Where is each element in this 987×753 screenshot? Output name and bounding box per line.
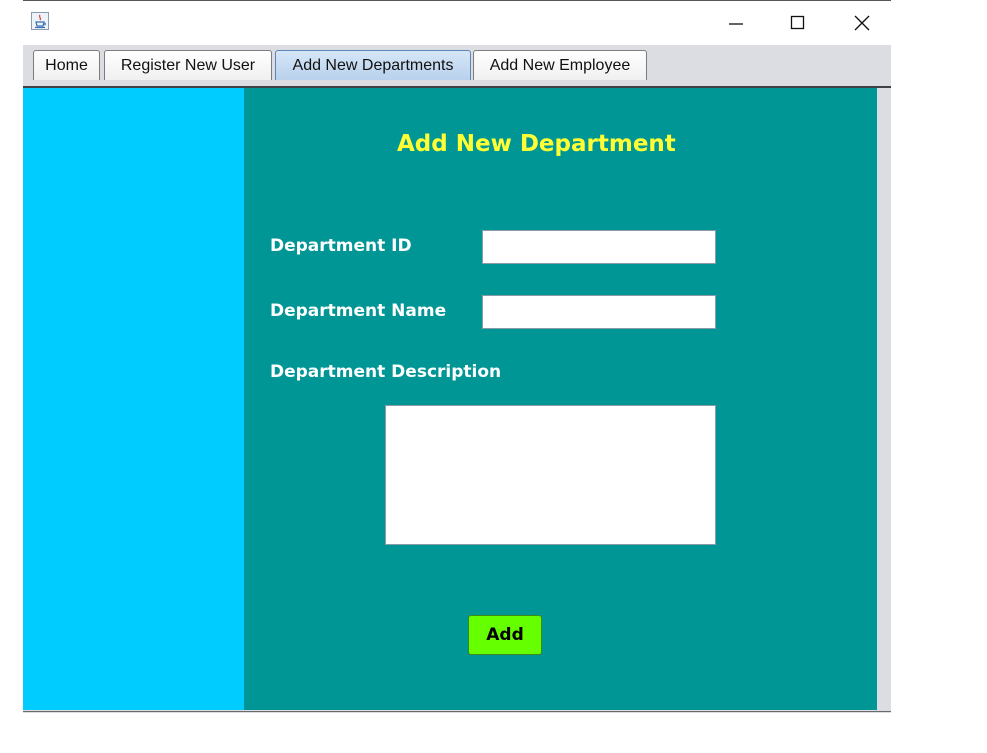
maximize-button[interactable]: [783, 9, 813, 37]
department-form-panel: Add New Department Department ID Departm…: [244, 88, 877, 710]
side-panel: [23, 88, 244, 710]
department-id-input[interactable]: [482, 230, 716, 264]
close-button[interactable]: [847, 9, 877, 37]
window-bottom-border: [23, 711, 891, 712]
java-cup-icon: [31, 12, 49, 30]
tab-add-new-departments[interactable]: Add New Departments: [275, 50, 471, 80]
title-bar: [23, 1, 891, 45]
tab-content: Add New Department Department ID Departm…: [23, 88, 891, 713]
tab-add-new-employee[interactable]: Add New Employee: [473, 50, 647, 80]
department-id-label: Department ID: [270, 236, 412, 256]
add-button[interactable]: Add: [468, 615, 542, 655]
tab-strip: Home Register New User Add New Departmen…: [23, 45, 891, 88]
department-description-textarea[interactable]: [385, 405, 716, 545]
minimize-button[interactable]: [721, 9, 751, 37]
department-name-label: Department Name: [270, 301, 447, 321]
app-window: Home Register New User Add New Departmen…: [23, 0, 891, 713]
tab-register-new-user[interactable]: Register New User: [104, 50, 272, 80]
department-name-input[interactable]: [482, 295, 716, 329]
department-description-label: Department Description: [270, 362, 502, 382]
tab-home[interactable]: Home: [33, 50, 100, 80]
form-title: Add New Department: [397, 131, 676, 157]
